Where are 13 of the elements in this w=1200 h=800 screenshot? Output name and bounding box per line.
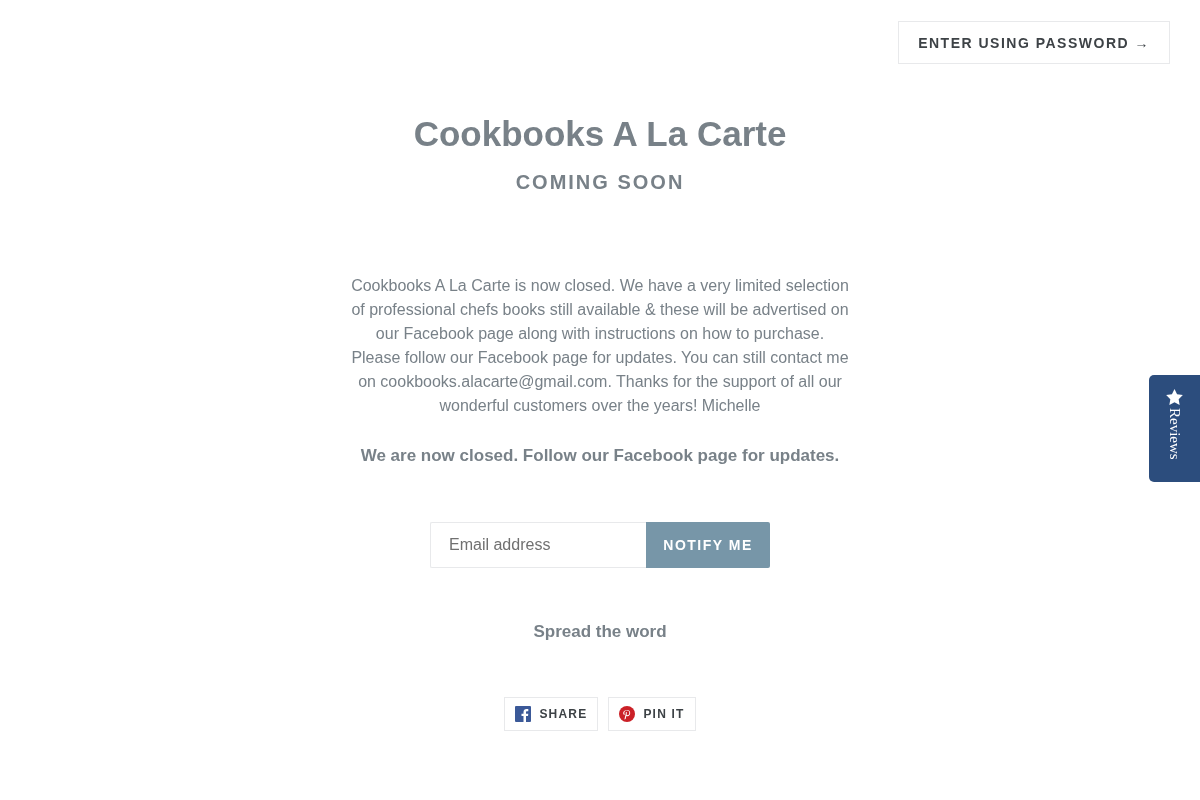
email-field[interactable]: Email address bbox=[430, 522, 646, 568]
star-icon bbox=[1166, 389, 1183, 405]
store-subtitle: COMING SOON bbox=[515, 170, 685, 194]
facebook-icon bbox=[515, 706, 532, 722]
reviews-tab[interactable]: Reviews bbox=[1149, 375, 1200, 482]
store-message: Cookbooks A La Carte is now closed. We have a very limited selection of professional chefs books still available & these will be advertised on our Facebook page along with instructions on how to purchase. Please follow our Facebook page for updates. You can still contact me on cookbooks.alacarte@gmail.com. Thanks for the support of all our wonderful customers over the years! Michelle bbox=[350, 276, 850, 416]
password-button[interactable]: ENTER USING PASSWORD → bbox=[898, 21, 1170, 64]
share-button[interactable]: SHARE bbox=[504, 697, 599, 731]
closed-notice: We are now closed. Follow our Facebook page for updates. bbox=[360, 445, 840, 467]
share-heading: Spread the word bbox=[533, 622, 667, 642]
pinterest-icon bbox=[619, 706, 636, 722]
share-button[interactable]: PIN IT bbox=[608, 697, 696, 731]
store-title: Cookbooks A La Carte bbox=[413, 114, 787, 154]
